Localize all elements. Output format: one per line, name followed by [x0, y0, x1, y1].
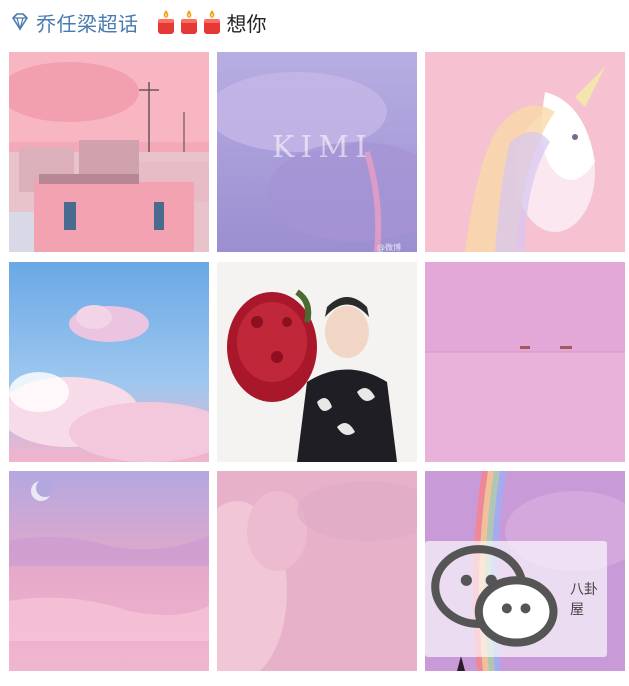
photo-rainbow-purple-sky[interactable]: 八卦屋: [425, 471, 625, 671]
photo-pink-clouds[interactable]: [217, 471, 417, 671]
wechat-icon: [431, 545, 558, 647]
wechat-watermark: 八卦屋: [425, 540, 607, 657]
photo-grid: KIMI @微博 N...: [0, 0, 629, 686]
photo-kimi-clouds[interactable]: KIMI @微博 N...: [217, 52, 417, 252]
watermark-label: 八卦屋: [569, 581, 598, 618]
photo-unicorn[interactable]: [425, 52, 625, 252]
photo-pink-sea-boats[interactable]: [425, 262, 625, 462]
photo-pink-city-rooftops[interactable]: [9, 52, 209, 252]
photo-blue-sky-clouds[interactable]: [9, 262, 209, 462]
photo-moon-pink-sky[interactable]: [9, 471, 209, 671]
kimi-cloud-text: KIMI: [272, 130, 373, 165]
photo-man-with-roses[interactable]: [217, 262, 417, 462]
weibo-watermark: @微博 N...: [377, 243, 401, 252]
